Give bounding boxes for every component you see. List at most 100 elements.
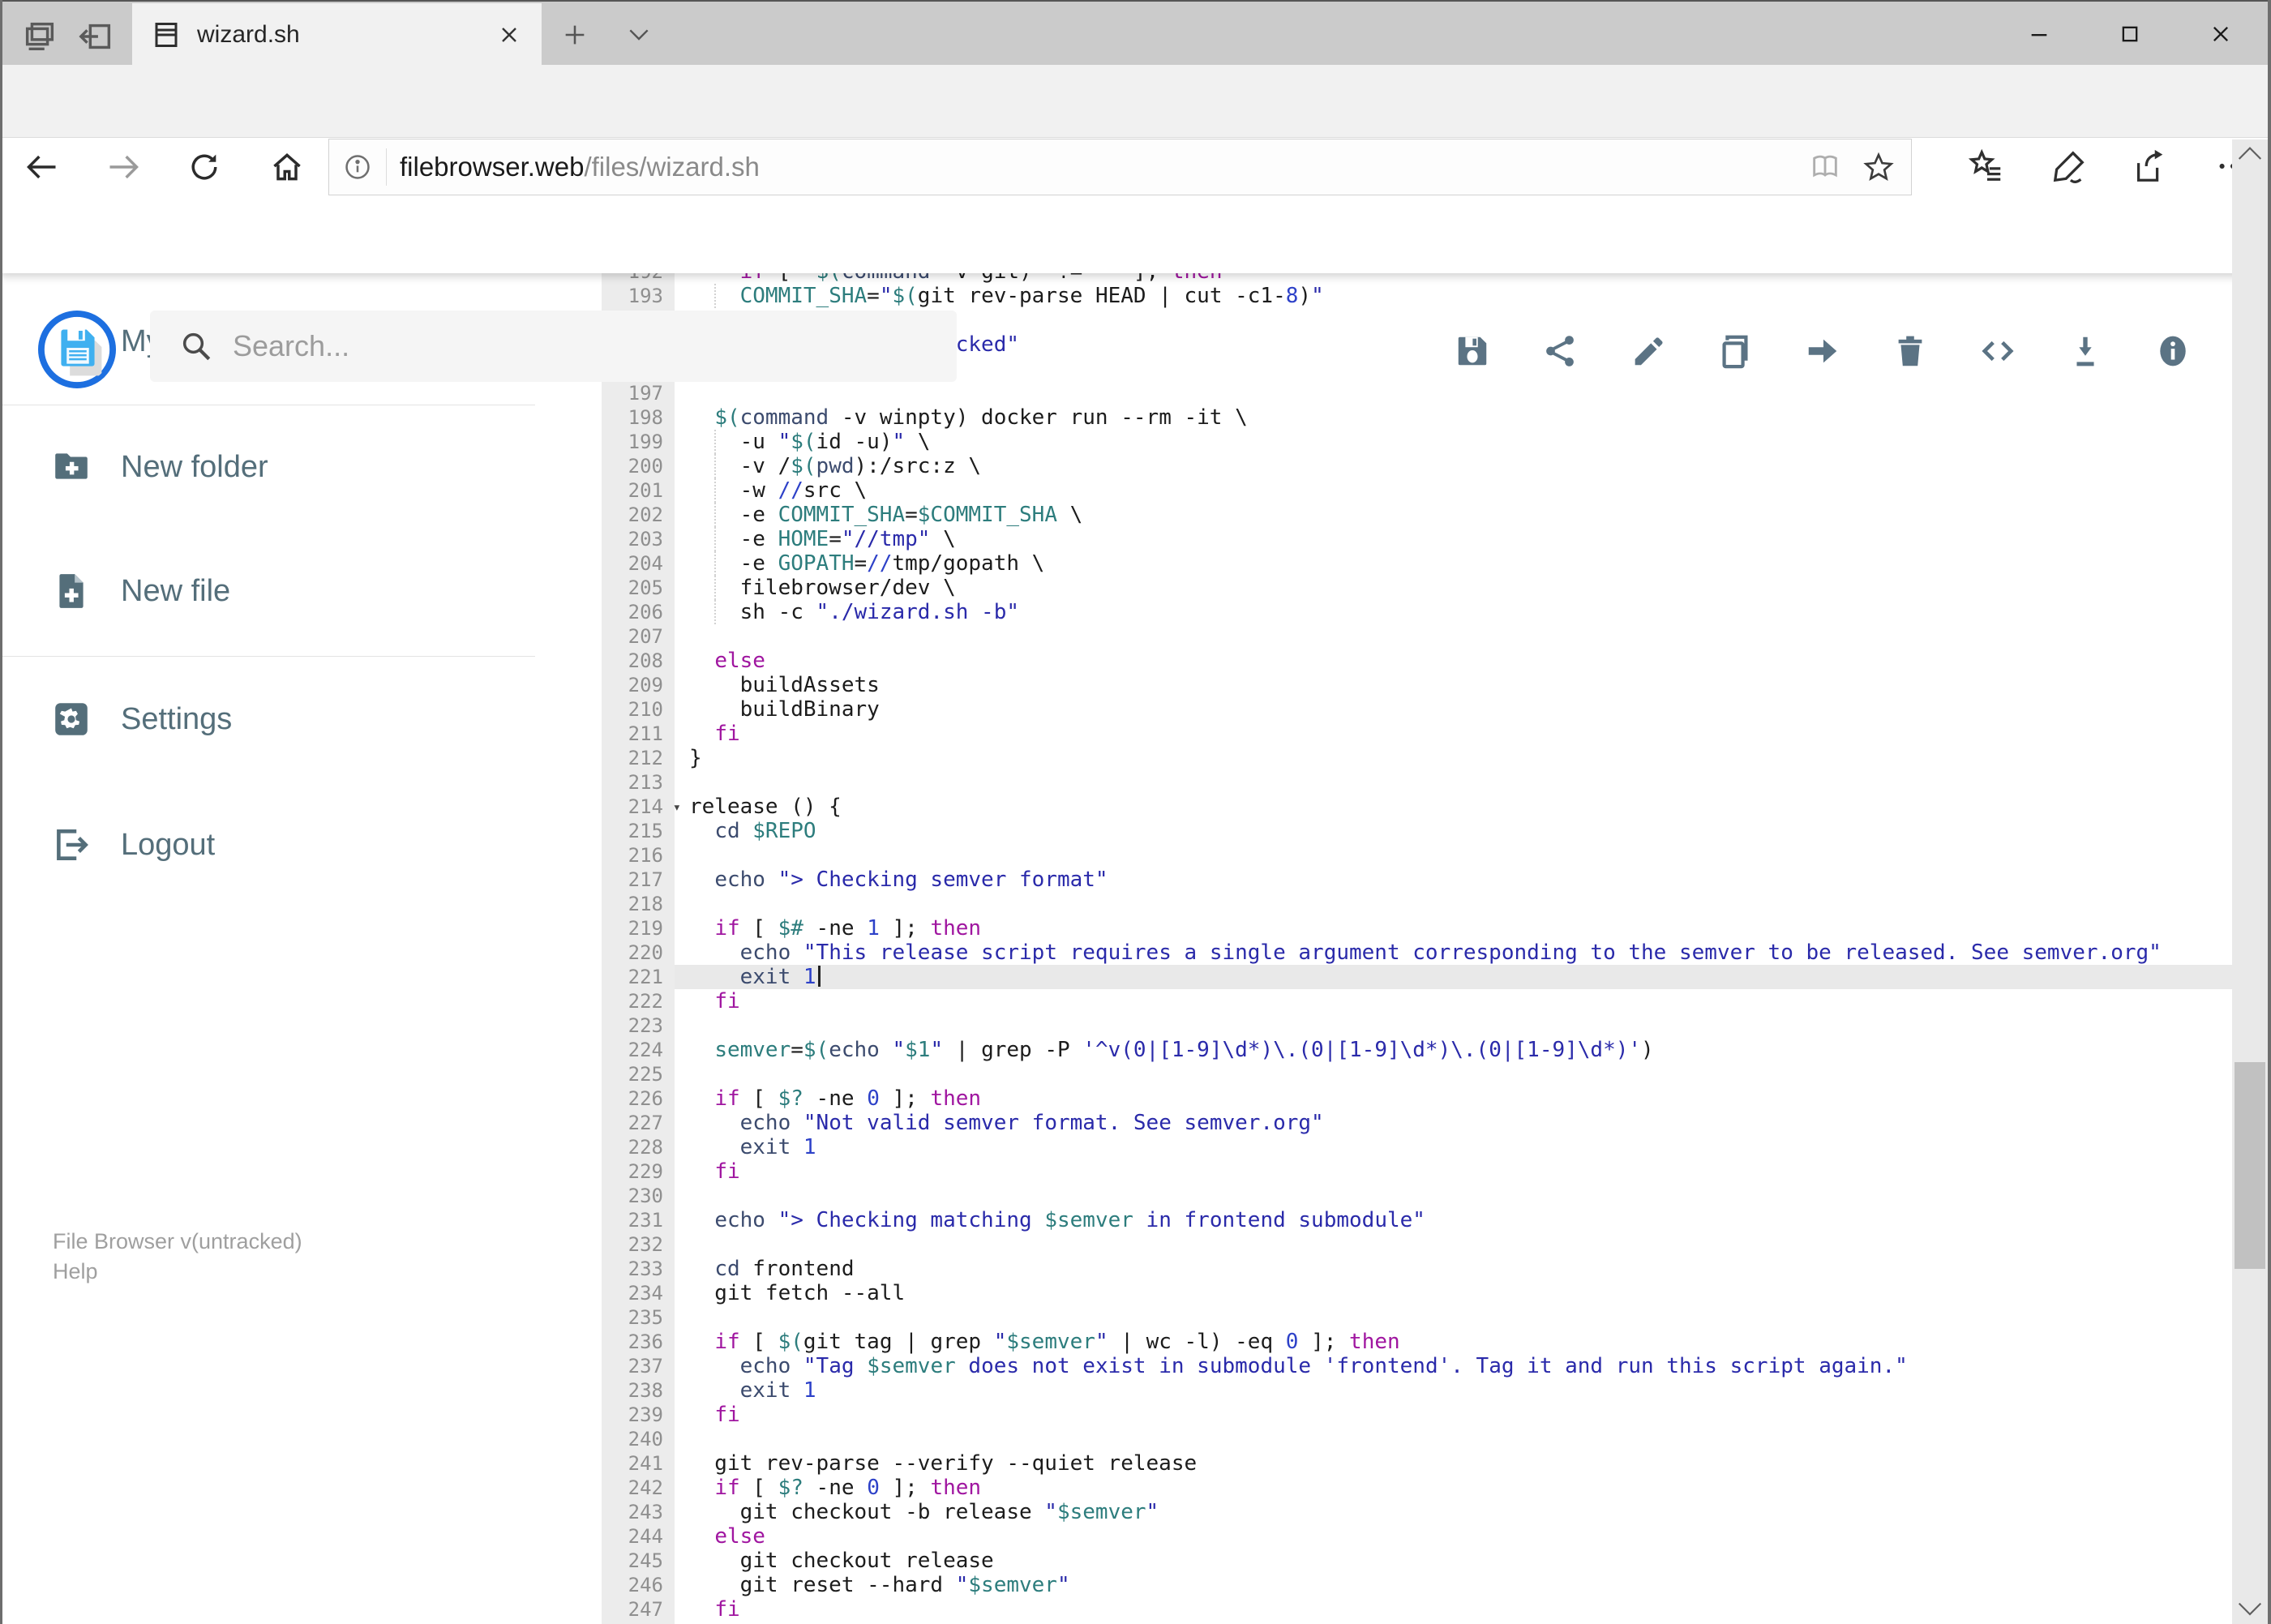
code-text[interactable]: COMMIT_SHA="$(git rev-parse HEAD | cut -…	[675, 284, 2232, 308]
code-text[interactable]: $(command -v winpty) docker run --rm -it…	[675, 405, 2232, 430]
sidebar-item-new-file[interactable]: New file	[2, 559, 570, 623]
share-icon[interactable]	[2131, 148, 2168, 185]
download-icon[interactable]	[2067, 332, 2104, 370]
code-text[interactable]	[675, 1184, 2232, 1208]
forward-icon[interactable]	[105, 149, 141, 185]
scrollbar-thumb[interactable]	[2235, 1062, 2265, 1269]
code-text[interactable]: -e GOPATH=//tmp/gopath \	[675, 551, 2232, 576]
code-text[interactable]: echo "Tag $semver does not exist in subm…	[675, 1354, 2232, 1378]
code-text[interactable]: sh -c "./wizard.sh -b"	[675, 600, 2232, 624]
url-path: /files/wizard.sh	[584, 152, 760, 182]
code-text[interactable]	[675, 1232, 2232, 1257]
code-text[interactable]: buildAssets	[675, 673, 2232, 697]
code-text[interactable]: if [ $? -ne 0 ]; then	[675, 1086, 2232, 1111]
info-icon[interactable]	[2154, 332, 2192, 370]
home-icon[interactable]	[269, 149, 305, 185]
favorite-star-icon[interactable]	[1862, 151, 1895, 183]
code-text[interactable]: exit 1	[675, 1135, 2232, 1159]
code-text[interactable]: fi	[675, 1403, 2232, 1427]
code-text[interactable]: filebrowser/dev \	[675, 576, 2232, 600]
hub-favorites-icon[interactable]	[1968, 148, 2005, 185]
address-bar[interactable]: filebrowser.web/files/wizard.sh	[328, 139, 1912, 195]
scroll-up-icon[interactable]	[2237, 146, 2263, 162]
code-text[interactable]: git reset --hard "$semver"	[675, 1573, 2232, 1597]
code-text[interactable]	[675, 1305, 2232, 1330]
code-text[interactable]: exit 1	[675, 965, 2232, 989]
code-text[interactable]: }	[675, 746, 2232, 770]
minimize-icon[interactable]	[1994, 3, 2085, 65]
code-text[interactable]: fi	[675, 1159, 2232, 1184]
refresh-icon[interactable]	[186, 149, 222, 185]
sidebar-item-new-folder[interactable]: New folder	[2, 435, 570, 499]
save-icon[interactable]	[1454, 332, 1491, 370]
rename-icon[interactable]	[1629, 332, 1666, 370]
code-text[interactable]: fi	[675, 989, 2232, 1013]
code-text[interactable]: -w //src \	[675, 478, 2232, 503]
code-text[interactable]: buildBinary	[675, 697, 2232, 722]
new-tab-icon[interactable]	[561, 21, 589, 49]
code-text[interactable]: fi	[675, 1597, 2232, 1622]
maximize-icon[interactable]	[2085, 3, 2175, 65]
set-tabs-aside-icon[interactable]	[78, 18, 115, 55]
line-number: 205	[602, 576, 675, 600]
close-icon[interactable]	[2175, 3, 2266, 65]
code-text[interactable]: semver=$(echo "$1" | grep -P '^v(0|[1-9]…	[675, 1038, 2232, 1062]
code-editor[interactable]: 192 if [ "$(command -v git)" != "" ]; th…	[602, 273, 2232, 1624]
code-text[interactable]	[675, 1062, 2232, 1086]
source-code-icon[interactable]	[1979, 332, 2016, 370]
tab-close-icon[interactable]	[496, 22, 522, 48]
code-text[interactable]: git checkout -b release "$semver"	[675, 1500, 2232, 1524]
copy-icon[interactable]	[1716, 332, 1754, 370]
code-text[interactable]: git checkout release	[675, 1549, 2232, 1573]
code-text[interactable]: echo "> Checking matching $semver in fro…	[675, 1208, 2232, 1232]
code-text[interactable]	[675, 843, 2232, 868]
code-text[interactable]: -e COMMIT_SHA=$COMMIT_SHA \	[675, 503, 2232, 527]
reading-view-icon[interactable]	[1809, 151, 1841, 183]
code-text[interactable]: cd frontend	[675, 1257, 2232, 1281]
tab-preview-icon[interactable]	[21, 18, 58, 55]
code-text[interactable]	[675, 1013, 2232, 1038]
code-text[interactable]: git rev-parse --verify --quiet release	[675, 1451, 2232, 1476]
code-line: 221 exit 1	[602, 965, 2232, 989]
code-text[interactable]	[675, 892, 2232, 916]
file-browser-logo[interactable]	[37, 310, 117, 389]
code-text[interactable]: -u "$(id -u)" \	[675, 430, 2232, 454]
code-text[interactable]: -v /$(pwd):/src:z \	[675, 454, 2232, 478]
code-text[interactable]: release () {	[675, 795, 2232, 819]
help-link[interactable]: Help	[53, 1257, 302, 1287]
code-text[interactable]: if [ $? -ne 0 ]; then	[675, 1476, 2232, 1500]
tab-dropdown-icon[interactable]	[626, 26, 652, 45]
code-text[interactable]	[675, 770, 2232, 795]
code-text[interactable]: if [ $(git tag | grep "$semver" | wc -l)…	[675, 1330, 2232, 1354]
code-text[interactable]: fi	[675, 722, 2232, 746]
line-number: 242	[602, 1476, 675, 1500]
vertical-scrollbar[interactable]	[2232, 139, 2268, 1624]
back-icon[interactable]	[24, 149, 60, 185]
search-input[interactable]	[233, 329, 957, 363]
code-text[interactable]: else	[675, 1524, 2232, 1549]
code-text[interactable]: echo "Not valid semver format. See semve…	[675, 1111, 2232, 1135]
delete-icon[interactable]	[1892, 332, 1929, 370]
sidebar-item-logout[interactable]: Logout	[2, 812, 570, 877]
code-text[interactable]: if [ $# -ne 1 ]; then	[675, 916, 2232, 941]
move-icon[interactable]	[1804, 332, 1841, 370]
ink-pen-icon[interactable]	[2050, 148, 2088, 185]
search-box[interactable]	[150, 311, 957, 382]
code-text[interactable]: cd $REPO	[675, 819, 2232, 843]
code-text[interactable]	[675, 1427, 2232, 1451]
code-text[interactable]	[675, 381, 2232, 405]
code-text[interactable]: if [ "$(command -v git)" != "" ]; then	[675, 273, 2232, 284]
code-text[interactable]: git fetch --all	[675, 1281, 2232, 1305]
code-text[interactable]	[675, 624, 2232, 649]
sidebar-item-settings[interactable]: Settings	[2, 687, 570, 752]
code-text[interactable]: -e HOME="//tmp" \	[675, 527, 2232, 551]
code-text[interactable]: else	[675, 649, 2232, 673]
fold-arrow-icon[interactable]: ▾	[673, 795, 681, 820]
browser-tab[interactable]: wizard.sh	[132, 3, 542, 66]
share-icon[interactable]	[1541, 332, 1579, 370]
code-text[interactable]: exit 1	[675, 1378, 2232, 1403]
code-text[interactable]: echo "This release script requires a sin…	[675, 941, 2232, 965]
code-text[interactable]: echo "> Checking semver format"	[675, 868, 2232, 892]
scroll-down-icon[interactable]	[2237, 1601, 2263, 1618]
info-icon[interactable]	[342, 152, 373, 182]
